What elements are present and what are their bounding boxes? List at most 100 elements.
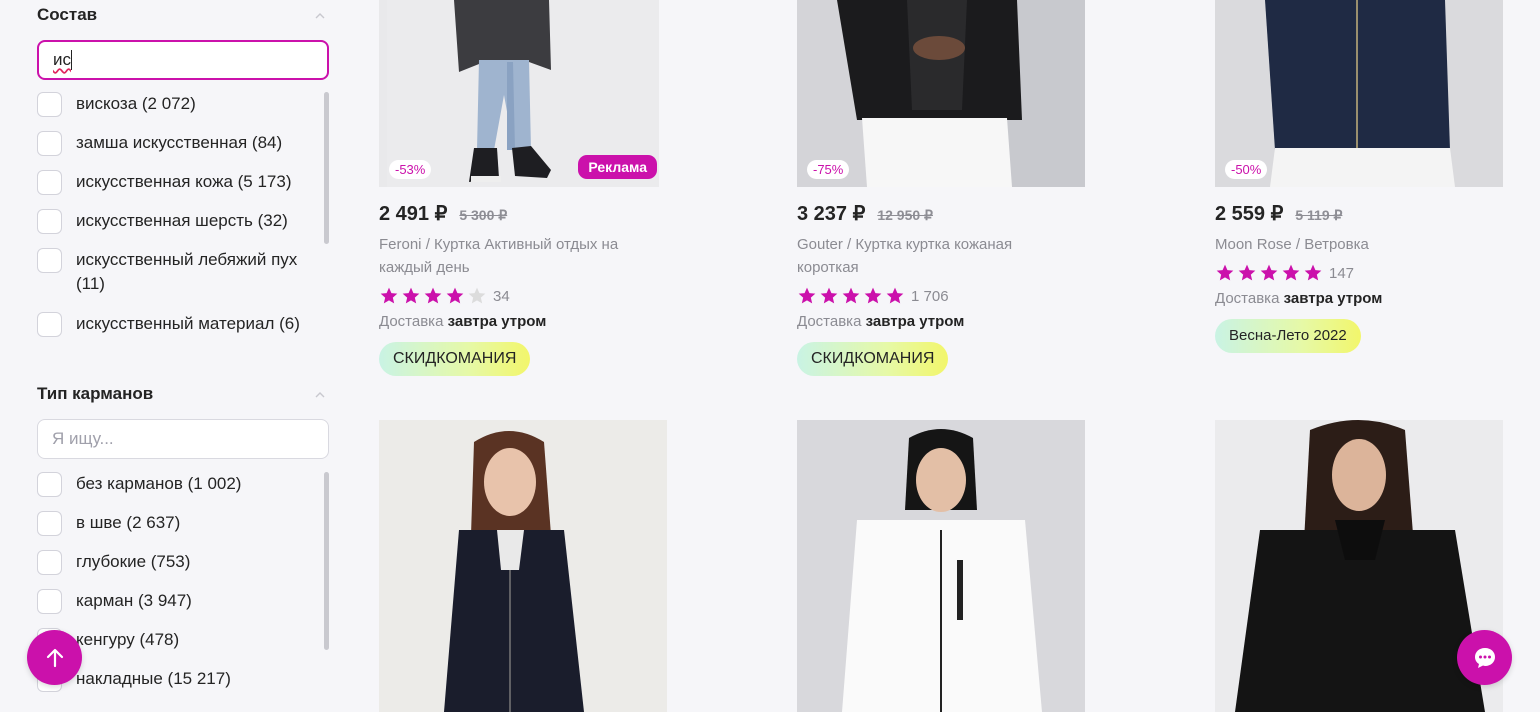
filter-option[interactable]: накладные (15 217) (37, 667, 329, 706)
product-image (1215, 0, 1503, 187)
brand-name: Moon Rose (1215, 236, 1292, 253)
product-title[interactable]: Moon Rose / Ветровка (1215, 233, 1485, 256)
promo-badge: Весна-Лето 2022 (1215, 319, 1361, 353)
option-label: кенгуру (478) (76, 630, 180, 649)
delivery-info: Доставка завтра утром (797, 313, 1087, 330)
delivery-info: Доставка завтра утром (379, 313, 669, 330)
filter-composition-header[interactable]: Состав (37, 0, 329, 30)
brand-name: Feroni (379, 236, 422, 253)
product-title[interactable]: Feroni / Куртка Активный отдых на каждый… (379, 233, 649, 279)
option-label: искусственная шерсть (32) (76, 211, 288, 230)
filter-title: Тип карманов (37, 384, 154, 403)
delivery-label: Доставка (1215, 290, 1280, 307)
star-icon (401, 286, 421, 306)
star-icon (1215, 263, 1235, 283)
checkbox[interactable] (37, 248, 62, 273)
product-image (797, 420, 1085, 712)
price-row: 2 559 ₽ 5 119 ₽ (1215, 201, 1505, 226)
scroll-to-top-button[interactable] (27, 630, 82, 685)
filter-option[interactable]: искусственный материал (6) (37, 312, 329, 351)
delivery-label: Доставка (797, 313, 862, 330)
product-photo[interactable]: -53% Реклама (379, 0, 659, 187)
product-card[interactable] (379, 420, 669, 712)
filter-option[interactable]: в шве (2 637) (37, 511, 329, 550)
star-icon (819, 286, 839, 306)
filter-option[interactable]: вискоза (2 072) (37, 92, 329, 131)
rating: 1 706 (797, 283, 1087, 309)
discount-badge: -75% (807, 160, 850, 179)
discount-badge: -53% (389, 160, 432, 179)
search-value: ис (53, 50, 71, 69)
star-icon (885, 286, 905, 306)
option-label: накладные (15 217) (76, 669, 231, 688)
chevron-up-icon[interactable] (315, 11, 325, 21)
star-icon (423, 286, 443, 306)
checkbox[interactable] (37, 589, 62, 614)
review-count: 1 706 (911, 287, 949, 305)
option-label: замша искусственная (84) (76, 133, 283, 152)
brand-name: Gouter (797, 236, 843, 253)
old-price: 5 300 ₽ (459, 207, 508, 223)
pockets-search-input[interactable] (37, 419, 329, 459)
filter-option[interactable]: искусственный лебяжий пух (11) (37, 248, 329, 312)
star-icon (445, 286, 465, 306)
option-label: глубокие (753) (76, 552, 191, 571)
price: 2 559 ₽ (1215, 203, 1284, 225)
text-cursor (71, 50, 72, 70)
old-price: 5 119 ₽ (1295, 207, 1343, 223)
option-label: вискоза (2 072) (76, 94, 196, 113)
filter-option[interactable]: без карманов (1 002) (37, 472, 329, 511)
checkbox[interactable] (37, 92, 62, 117)
arrow-up-icon (46, 648, 63, 667)
scrollbar[interactable] (324, 92, 329, 244)
delivery-time: завтра утром (447, 313, 547, 330)
filter-option[interactable]: карман (3 947) (37, 589, 329, 628)
product-title[interactable]: Gouter / Куртка куртка кожаная короткая (797, 233, 1067, 279)
composition-options: вискоза (2 072) замша искусственная (84)… (37, 92, 329, 351)
rating: 147 (1215, 260, 1505, 286)
price: 3 237 ₽ (797, 203, 866, 225)
filter-pockets-header[interactable]: Тип карманов (37, 379, 329, 409)
filter-option[interactable]: искусственная шерсть (32) (37, 209, 329, 248)
composition-search-input[interactable]: ис (37, 40, 329, 80)
checkbox[interactable] (37, 472, 62, 497)
rating: 34 (379, 283, 669, 309)
checkbox[interactable] (37, 131, 62, 156)
price-row: 2 491 ₽ 5 300 ₽ (379, 201, 669, 226)
filter-option[interactable]: глубокие (753) (37, 550, 329, 589)
promo-badge: СКИДКОМАНИЯ (797, 342, 949, 376)
product-image (797, 0, 1085, 187)
discount-badge: -50% (1225, 160, 1268, 179)
product-card[interactable]: -53% Реклама 2 491 ₽ 5 300 ₽ Feroni / Ку… (379, 0, 669, 376)
old-price: 12 950 ₽ (877, 207, 933, 223)
delivery-label: Доставка (379, 313, 444, 330)
product-photo[interactable] (379, 420, 667, 712)
star-icon (1259, 263, 1279, 283)
product-photo[interactable]: -50% (1215, 0, 1503, 187)
option-label: искусственная кожа (5 173) (76, 172, 292, 191)
filter-composition: Состав ис вискоза (2 072) замша искусств… (37, 0, 329, 351)
product-photo[interactable] (797, 420, 1085, 712)
chat-button[interactable] (1457, 630, 1512, 685)
checkbox[interactable] (37, 511, 62, 536)
filter-option[interactable]: искусственная кожа (5 173) (37, 170, 329, 209)
ad-badge: Реклама (578, 155, 657, 179)
product-card[interactable] (797, 420, 1087, 712)
product-card[interactable]: -75% 3 237 ₽ 12 950 ₽ Gouter / Куртка ку… (797, 0, 1087, 376)
pockets-search-field[interactable] (52, 429, 314, 449)
product-name: Ветровка (1304, 236, 1369, 253)
checkbox[interactable] (37, 209, 62, 234)
filter-option[interactable]: замша искусственная (84) (37, 131, 329, 170)
star-icon (841, 286, 861, 306)
scrollbar[interactable] (324, 472, 329, 650)
checkbox[interactable] (37, 550, 62, 575)
checkbox[interactable] (37, 170, 62, 195)
star-icon (1303, 263, 1323, 283)
checkbox[interactable] (37, 312, 62, 337)
product-card[interactable]: -50% 2 559 ₽ 5 119 ₽ Moon Rose / Ветровк… (1215, 0, 1505, 353)
star-empty-icon (467, 286, 487, 306)
product-photo[interactable]: -75% (797, 0, 1085, 187)
chevron-up-icon[interactable] (315, 390, 325, 400)
review-count: 34 (493, 287, 510, 305)
review-count: 147 (1329, 264, 1355, 282)
